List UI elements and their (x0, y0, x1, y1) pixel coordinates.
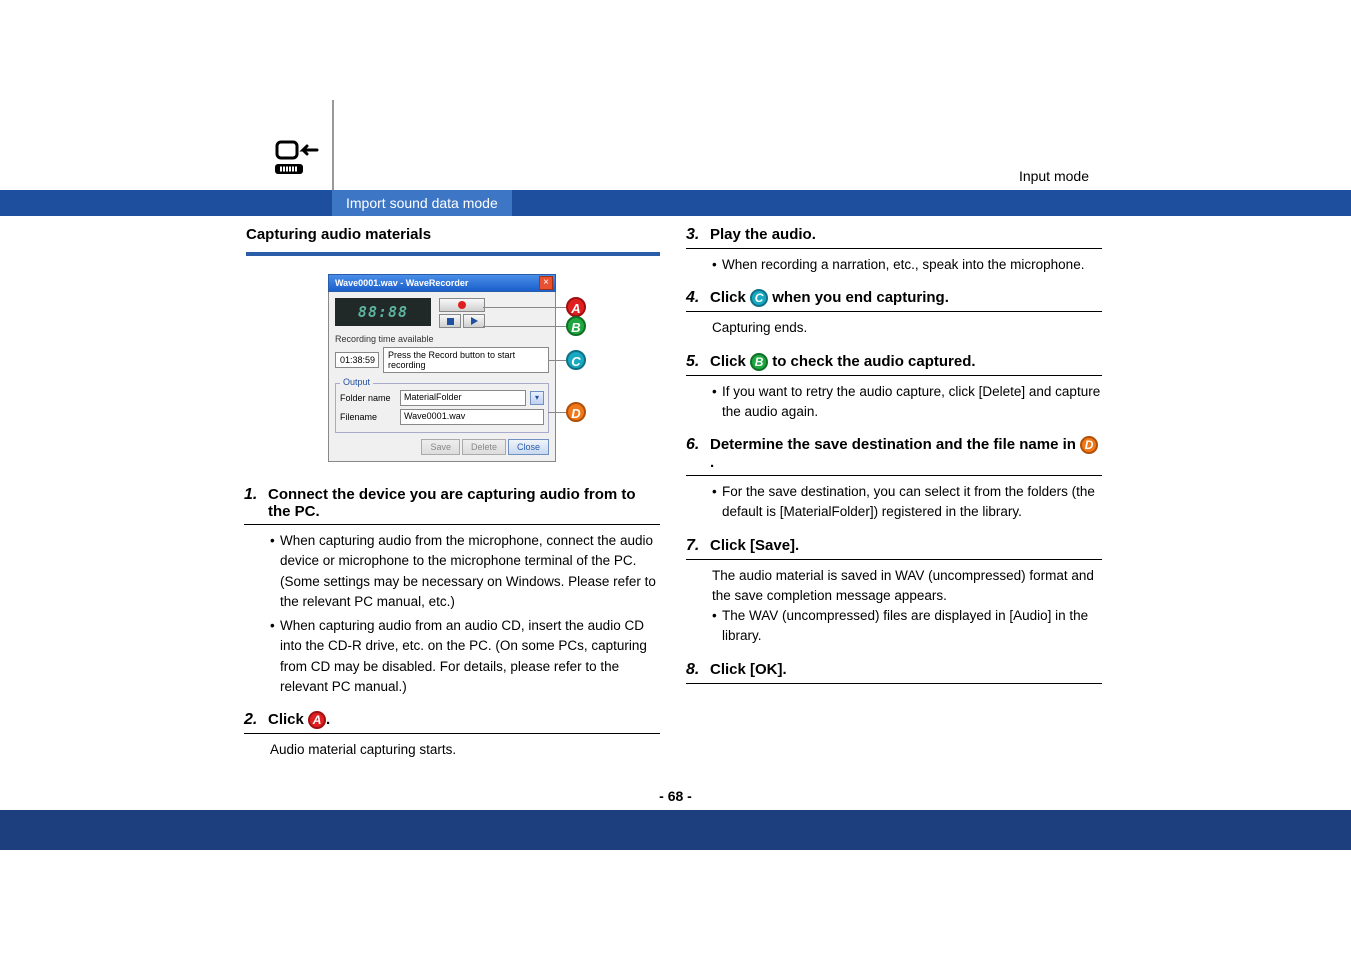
step-title: Click C when you end capturing. (710, 289, 949, 307)
step-title: Play the audio. (710, 226, 816, 243)
step-title-text: when you end capturing. (768, 289, 949, 306)
filename-label: Filename (340, 412, 396, 422)
step-bullet: When capturing audio from the microphone… (270, 531, 660, 612)
subheader-bar: Import sound data mode (332, 190, 512, 216)
close-icon[interactable]: × (539, 276, 553, 290)
delete-button[interactable]: Delete (462, 439, 506, 455)
stop-icon (447, 318, 454, 325)
step-title: Click B to check the audio captured. (710, 353, 976, 371)
folder-name-label: Folder name (340, 393, 396, 403)
callout-a: A (566, 297, 586, 317)
step-title-text: to check the audio captured. (768, 353, 976, 370)
mode-label: Input mode (1019, 168, 1089, 184)
window-titlebar: Wave0001.wav - WaveRecorder × (328, 274, 556, 292)
leader-line (483, 326, 566, 327)
step-title: Click A. (268, 711, 330, 729)
digital-time: 88:88 (358, 303, 408, 321)
leader-line (548, 412, 566, 413)
record-icon (458, 301, 466, 309)
page: Input mode Import sound data mode Captur… (0, 0, 1351, 954)
step-number: 7. (686, 537, 704, 555)
step-title: Click [Save]. (710, 537, 799, 554)
header-bar (0, 190, 1351, 216)
step-number: 2. (244, 711, 262, 729)
step-1: 1. Connect the device you are capturing … (242, 486, 660, 697)
header-icon (275, 140, 323, 185)
step-bullet: The WAV (uncompressed) files are display… (712, 606, 1102, 647)
step-body-text: Capturing ends. (712, 318, 1102, 338)
callout-b: B (566, 316, 586, 336)
chevron-down-icon[interactable]: ▾ (530, 391, 544, 405)
filename-input[interactable]: Wave0001.wav (400, 409, 544, 425)
circle-d-icon: D (1080, 436, 1098, 454)
leader-line (548, 360, 566, 361)
transport-controls (439, 298, 485, 328)
step-bullet: When recording a narration, etc., speak … (712, 255, 1102, 275)
circle-a-icon: A (308, 711, 326, 729)
step-title-text: . (710, 454, 714, 471)
step-5: 5. Click B to check the audio captured. … (684, 353, 1102, 423)
step-number: 5. (686, 353, 704, 371)
step-3: 3. Play the audio. When recording a narr… (684, 226, 1102, 275)
section-title: Capturing audio materials (246, 226, 660, 256)
digital-time-display: 88:88 (335, 298, 431, 326)
step-number: 3. (686, 226, 704, 244)
window-body: 88:88 Recording time available 01: (328, 292, 556, 462)
window-title: Wave0001.wav - WaveRecorder (335, 278, 468, 288)
leader-line (483, 307, 566, 308)
step-6: 6. Determine the save destination and th… (684, 436, 1102, 523)
output-legend: Output (340, 377, 373, 387)
output-group: Output Folder name MaterialFolder ▾ File… (335, 383, 549, 433)
step-number: 6. (686, 436, 704, 454)
step-bullet: When capturing audio from an audio CD, i… (270, 616, 660, 697)
play-button[interactable] (463, 314, 485, 328)
callout-c: C (566, 350, 586, 370)
step-7: 7. Click [Save]. The audio material is s… (684, 537, 1102, 647)
save-button[interactable]: Save (421, 439, 460, 455)
step-title: Click [OK]. (710, 661, 787, 678)
step-2: 2. Click A. Audio material capturing sta… (242, 711, 660, 760)
right-column: 3. Play the audio. When recording a narr… (684, 226, 1102, 698)
step-bullet: For the save destination, you can select… (712, 482, 1102, 523)
left-column: Capturing audio materials Wave0001.wav -… (242, 226, 660, 774)
callout-d: D (566, 402, 586, 422)
time-available-value: 01:38:59 (335, 352, 379, 368)
step-number: 4. (686, 289, 704, 307)
recording-time-label: Recording time available (335, 334, 549, 344)
circle-c-icon: C (750, 289, 768, 307)
step-title-text: . (326, 711, 330, 728)
step-title-text: Click (710, 353, 750, 370)
folder-name-input[interactable]: MaterialFolder (400, 390, 526, 406)
footer-bar (0, 810, 1351, 850)
close-button[interactable]: Close (508, 439, 549, 455)
step-title-text: Click (710, 289, 750, 306)
step-title-text: Determine the save destination and the f… (710, 436, 1080, 453)
status-message: Press the Record button to start recordi… (383, 347, 549, 373)
record-button[interactable] (439, 298, 485, 312)
play-icon (471, 317, 478, 325)
step-bullet: If you want to retry the audio capture, … (712, 382, 1102, 423)
step-4: 4. Click C when you end capturing. Captu… (684, 289, 1102, 338)
step-8: 8. Click [OK]. (684, 661, 1102, 684)
step-title-text: Click (268, 711, 308, 728)
recorder-window: Wave0001.wav - WaveRecorder × 88:88 (328, 274, 556, 462)
step-number: 1. (244, 486, 262, 504)
step-body-text: Audio material capturing starts. (270, 740, 660, 760)
step-body-text: The audio material is saved in WAV (unco… (712, 566, 1102, 607)
stop-button[interactable] (439, 314, 461, 328)
step-title: Connect the device you are capturing aud… (268, 486, 660, 520)
page-number: - 68 - (0, 788, 1351, 804)
circle-b-icon: B (750, 353, 768, 371)
step-number: 8. (686, 661, 704, 679)
vertical-divider (332, 100, 334, 198)
step-title: Determine the save destination and the f… (710, 436, 1102, 471)
